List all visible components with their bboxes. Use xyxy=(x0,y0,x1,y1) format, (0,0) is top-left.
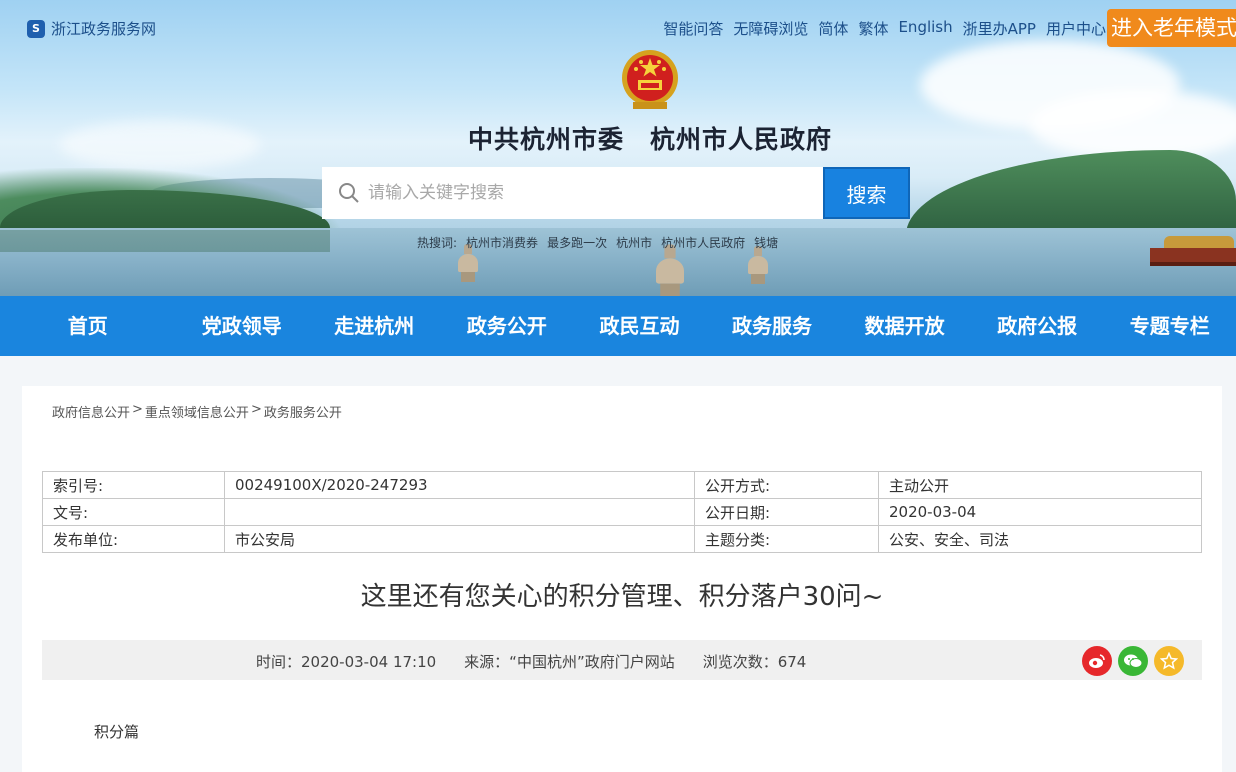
breadcrumb-separator: > xyxy=(132,402,143,417)
hot-word[interactable]: 最多跑一次 xyxy=(547,234,607,251)
site-logo[interactable]: S 浙江政务服务网 xyxy=(27,18,156,39)
table-cell: 市公安局 xyxy=(224,525,695,553)
nav-leadership[interactable]: 党政领导 xyxy=(175,296,308,356)
table-row: 索引号: 00249100X/2020-247293 公开方式: 主动公开 xyxy=(42,471,1202,499)
table-cell xyxy=(224,498,695,526)
site-name: 浙江政务服务网 xyxy=(51,20,157,38)
table-cell: 主题分类: xyxy=(694,525,879,553)
elder-mode-button[interactable]: 进入老年模式 xyxy=(1107,9,1236,47)
util-link-app[interactable]: 浙里办APP xyxy=(963,18,1036,39)
nav-about-hangzhou[interactable]: 走进杭州 xyxy=(308,296,441,356)
nav-services[interactable]: 政务服务 xyxy=(706,296,839,356)
search-box xyxy=(322,167,824,219)
zhejiang-logo-icon: S xyxy=(27,19,45,38)
hot-search: 热搜词: 杭州市消费券 最多跑一次 杭州市 杭州市人民政府 钱塘 xyxy=(417,234,778,251)
info-table: 索引号: 00249100X/2020-247293 公开方式: 主动公开 文号… xyxy=(42,471,1202,553)
table-cell: 公开方式: xyxy=(694,471,879,499)
table-cell: 2020-03-04 xyxy=(878,498,1202,526)
table-row: 文号: 公开日期: 2020-03-04 xyxy=(42,498,1202,526)
table-cell: 主动公开 xyxy=(878,471,1202,499)
hot-word[interactable]: 杭州市消费券 xyxy=(466,234,538,251)
view-count: 浏览次数：674 xyxy=(702,653,807,671)
breadcrumb-link[interactable]: 政务服务公开 xyxy=(264,402,342,421)
search-input[interactable] xyxy=(368,183,788,203)
pagoda-decoration xyxy=(748,246,768,284)
util-link-qa[interactable]: 智能问答 xyxy=(663,18,723,39)
main-nav: 首页 党政领导 走进杭州 政务公开 政民互动 政务服务 数据开放 政府公报 专题… xyxy=(0,296,1236,356)
hot-word[interactable]: 杭州市 xyxy=(616,234,652,251)
page-title: 中共杭州市委 杭州市人民政府 xyxy=(467,125,832,154)
utility-links: 智能问答 无障碍浏览 简体 繁体 English 浙里办APP 用户中心 xyxy=(663,18,1106,39)
breadcrumb-separator: > xyxy=(250,402,262,417)
article-source: 来源：“中国杭州”政府门户网站 xyxy=(464,653,675,671)
trees-decoration xyxy=(906,150,1236,235)
nav-gazette[interactable]: 政府公报 xyxy=(971,296,1104,356)
nav-gov-affairs[interactable]: 政务公开 xyxy=(441,296,574,356)
breadcrumb-link[interactable]: 重点领域信息公开 xyxy=(145,402,249,421)
hot-search-label: 热搜词: xyxy=(417,236,458,250)
table-cell: 00249100X/2020-247293 xyxy=(224,471,695,499)
publish-time: 时间：2020-03-04 17:10 xyxy=(256,653,437,671)
breadcrumb: 政府信息公开 > 重点领域信息公开 > 政务服务公开 xyxy=(52,402,342,421)
table-cell: 文号: xyxy=(42,498,225,526)
table-cell: 索引号: xyxy=(42,471,225,499)
article-info-bar: 时间：2020-03-04 17:10 来源：“中国杭州”政府门户网站 浏览次数… xyxy=(42,640,1202,680)
util-link-traditional[interactable]: 繁体 xyxy=(858,18,888,39)
util-link-english[interactable]: English xyxy=(898,18,952,39)
share-buttons xyxy=(1082,646,1184,676)
article-title: 这里还有您关心的积分管理、积分落户30问~ xyxy=(360,582,884,612)
nav-interaction[interactable]: 政民互动 xyxy=(573,296,706,356)
content-card: 政府信息公开 > 重点领域信息公开 > 政务服务公开 索引号: 00249100… xyxy=(22,386,1222,772)
weibo-share-icon[interactable] xyxy=(1082,646,1112,676)
util-link-simplified[interactable]: 简体 xyxy=(818,18,848,39)
table-cell: 公安、安全、司法 xyxy=(878,525,1202,553)
util-link-user-center[interactable]: 用户中心 xyxy=(1046,18,1106,39)
search-icon xyxy=(339,183,359,203)
pagoda-decoration xyxy=(656,244,684,296)
nav-home[interactable]: 首页 xyxy=(0,296,175,356)
wechat-share-icon[interactable] xyxy=(1118,646,1148,676)
article-meta: 时间：2020-03-04 17:10 来源：“中国杭州”政府门户网站 浏览次数… xyxy=(256,651,806,672)
hot-word[interactable]: 杭州市人民政府 xyxy=(661,234,745,251)
national-emblem-icon xyxy=(622,50,678,109)
table-cell: 公开日期: xyxy=(694,498,879,526)
search-button[interactable]: 搜索 xyxy=(823,167,910,219)
util-link-accessibility[interactable]: 无障碍浏览 xyxy=(733,18,808,39)
boat-decoration xyxy=(1150,236,1236,274)
hot-word[interactable]: 钱塘 xyxy=(754,234,778,251)
table-cell: 发布单位: xyxy=(42,525,225,553)
table-row: 发布单位: 市公安局 主题分类: 公安、安全、司法 xyxy=(42,525,1202,553)
breadcrumb-link[interactable]: 政府信息公开 xyxy=(52,402,130,421)
article-section-heading: 积分篇 xyxy=(94,723,140,741)
nav-open-data[interactable]: 数据开放 xyxy=(838,296,971,356)
favorite-star-icon[interactable] xyxy=(1154,646,1184,676)
nav-special-topics[interactable]: 专题专栏 xyxy=(1103,296,1236,356)
reflection-decoration xyxy=(0,230,330,252)
